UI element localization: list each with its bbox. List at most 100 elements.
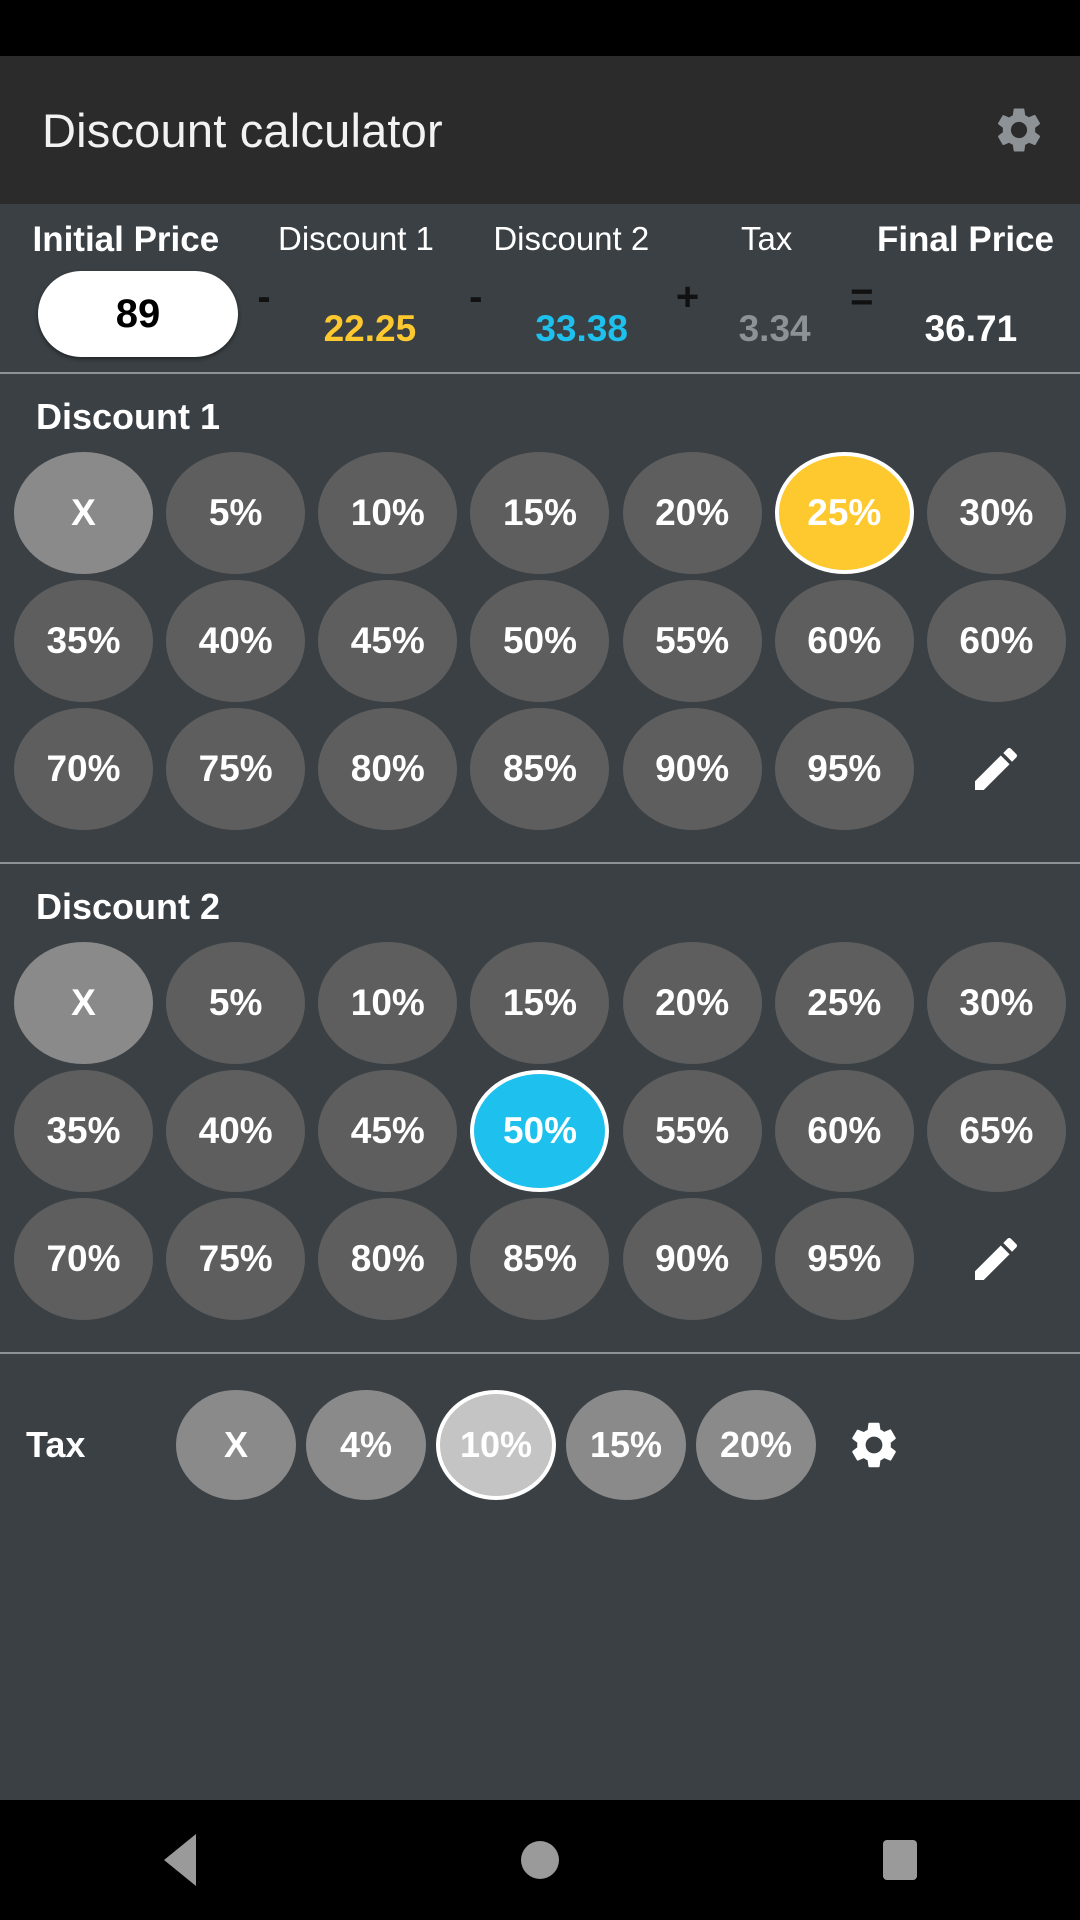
home-circle-icon (521, 1841, 559, 1879)
discount2-section-title: Discount 2 (36, 886, 221, 927)
summary-strip: Initial Price Discount 1 Discount 2 Tax … (0, 204, 1080, 374)
tax-chip-20[interactable]: 20% (696, 1390, 816, 1500)
discount1-summary-label: Discount 1 (277, 220, 434, 257)
operator-minus-2: - (469, 275, 483, 319)
discount2-chip-30[interactable]: 30% (926, 942, 1066, 1064)
discount2-chip-clear[interactable]: X (14, 942, 153, 1064)
discount2-chip-85[interactable]: 85% (470, 1198, 610, 1320)
discount2-row-3: 70% 75% 80% 85% 90% 95% (14, 1198, 1066, 1320)
discount1-chip-95[interactable]: 95% (774, 708, 914, 830)
final-price-label: Final Price (876, 220, 1054, 259)
discount2-chip-75[interactable]: 75% (166, 1198, 306, 1320)
discount1-chip-90[interactable]: 90% (622, 708, 762, 830)
discount1-chip-20[interactable]: 20% (622, 452, 762, 574)
discount2-chip-60[interactable]: 60% (774, 1070, 914, 1192)
discount2-chip-50-selected[interactable]: 50% (470, 1070, 610, 1192)
discount2-chip-55[interactable]: 55% (622, 1070, 762, 1192)
discount1-chip-40[interactable]: 40% (166, 580, 306, 702)
discount1-row-2: 35% 40% 45% 50% 55% 60% 60% (14, 580, 1066, 702)
discount1-chip-60-b[interactable]: 60% (926, 580, 1066, 702)
back-triangle-icon (164, 1834, 196, 1886)
discount1-chip-60[interactable]: 60% (774, 580, 914, 702)
summary-col-final-price: Final Price (877, 222, 1054, 257)
initial-price-input[interactable]: 89 (38, 271, 238, 357)
tax-amount: 3.34 (738, 307, 811, 349)
discount1-section: Discount 1 X 5% 10% 15% 20% 25% 30% 35% … (0, 374, 1080, 864)
final-price-amount: 36.71 (924, 307, 1018, 349)
discount2-chip-10[interactable]: 10% (318, 942, 458, 1064)
initial-price-cell: 89 (26, 271, 238, 357)
operator-minus-1: - (257, 275, 271, 319)
discount2-row-2: 35% 40% 45% 50% 55% 60% 65% (14, 1070, 1066, 1192)
tax-summary-label: Tax (740, 220, 793, 257)
initial-price-label: Initial Price (32, 220, 220, 259)
recents-square-icon (883, 1840, 917, 1880)
discount1-chip-55[interactable]: 55% (622, 580, 762, 702)
status-bar (0, 0, 1080, 56)
summary-col-discount2: Discount 2 (486, 222, 656, 255)
tax-chip-10-selected[interactable]: 10% (436, 1390, 556, 1500)
discount2-row-1: X 5% 10% 15% 20% 25% 30% (14, 942, 1066, 1064)
discount1-edit-pencil-icon[interactable] (927, 708, 1066, 830)
discount1-section-title: Discount 1 (36, 396, 221, 437)
page-title: Discount calculator (42, 103, 443, 157)
discount1-chip-80[interactable]: 80% (318, 708, 458, 830)
discount2-chip-25[interactable]: 25% (774, 942, 914, 1064)
discount1-chip-10[interactable]: 10% (318, 452, 458, 574)
app-bar: Discount calculator (0, 56, 1080, 204)
final-price-cell: 36.71 (888, 282, 1054, 347)
discount2-chip-40[interactable]: 40% (166, 1070, 306, 1192)
discount2-chip-35[interactable]: 35% (14, 1070, 153, 1192)
discount2-amount: 33.38 (535, 307, 628, 349)
discount2-amount-cell: 33.38 (502, 282, 662, 347)
summary-col-discount1: Discount 1 (271, 222, 441, 255)
summary-col-initial-price: Initial Price (26, 222, 226, 257)
discount1-chip-45[interactable]: 45% (318, 580, 458, 702)
app-screen: Discount calculator Initial Price Discou… (0, 0, 1080, 1920)
tax-chip-15[interactable]: 15% (566, 1390, 686, 1500)
summary-col-tax: Tax (702, 222, 832, 255)
discount2-chip-80[interactable]: 80% (318, 1198, 458, 1320)
operator-equals: = (850, 275, 874, 319)
discount1-chip-15[interactable]: 15% (470, 452, 610, 574)
settings-gear-icon[interactable] (992, 103, 1046, 157)
discount1-chip-5[interactable]: 5% (166, 452, 306, 574)
discount1-chip-70[interactable]: 70% (14, 708, 153, 830)
discount1-chip-clear[interactable]: X (14, 452, 153, 574)
tax-settings-gear-icon[interactable] (826, 1390, 922, 1500)
tax-amount-cell: 3.34 (714, 282, 836, 347)
discount2-section: Discount 2 X 5% 10% 15% 20% 25% 30% 35% … (0, 864, 1080, 1354)
nav-back-button[interactable] (100, 1800, 260, 1920)
discount1-amount-cell: 22.25 (290, 282, 450, 347)
discount1-amount: 22.25 (323, 307, 417, 349)
discount2-edit-pencil-icon[interactable] (927, 1198, 1066, 1320)
discount1-row-1: X 5% 10% 15% 20% 25% 30% (14, 452, 1066, 574)
tax-section: Tax X 4% 10% 15% 20% (0, 1354, 1080, 1800)
nav-home-button[interactable] (460, 1800, 620, 1920)
tax-row: Tax X 4% 10% 15% 20% (26, 1390, 1054, 1500)
tax-chip-clear[interactable]: X (176, 1390, 296, 1500)
nav-recents-button[interactable] (820, 1800, 980, 1920)
discount1-chip-50[interactable]: 50% (470, 580, 610, 702)
summary-labels-row: Initial Price Discount 1 Discount 2 Tax … (0, 204, 1080, 257)
discount2-summary-label: Discount 2 (493, 220, 650, 257)
discount1-chip-30[interactable]: 30% (926, 452, 1066, 574)
tax-chip-4[interactable]: 4% (306, 1390, 426, 1500)
discount2-chip-65[interactable]: 65% (926, 1070, 1066, 1192)
tax-section-label: Tax (26, 1424, 86, 1465)
discount2-chip-20[interactable]: 20% (622, 942, 762, 1064)
discount1-row-3: 70% 75% 80% 85% 90% 95% (14, 708, 1066, 830)
discount2-chip-15[interactable]: 15% (470, 942, 610, 1064)
android-navigation-bar (0, 1800, 1080, 1920)
discount2-chip-95[interactable]: 95% (774, 1198, 914, 1320)
discount2-chip-90[interactable]: 90% (622, 1198, 762, 1320)
discount2-chip-45[interactable]: 45% (318, 1070, 458, 1192)
discount1-chip-85[interactable]: 85% (470, 708, 610, 830)
discount2-chip-5[interactable]: 5% (166, 942, 306, 1064)
operator-plus: + (675, 275, 700, 319)
discount1-chip-75[interactable]: 75% (166, 708, 306, 830)
discount2-chip-70[interactable]: 70% (14, 1198, 153, 1320)
discount1-chip-25-selected[interactable]: 25% (774, 452, 914, 574)
discount1-chip-35[interactable]: 35% (14, 580, 153, 702)
summary-values-row: 89 - 22.25 - 33.38 + 3.34 = 36.71 (0, 271, 1080, 357)
